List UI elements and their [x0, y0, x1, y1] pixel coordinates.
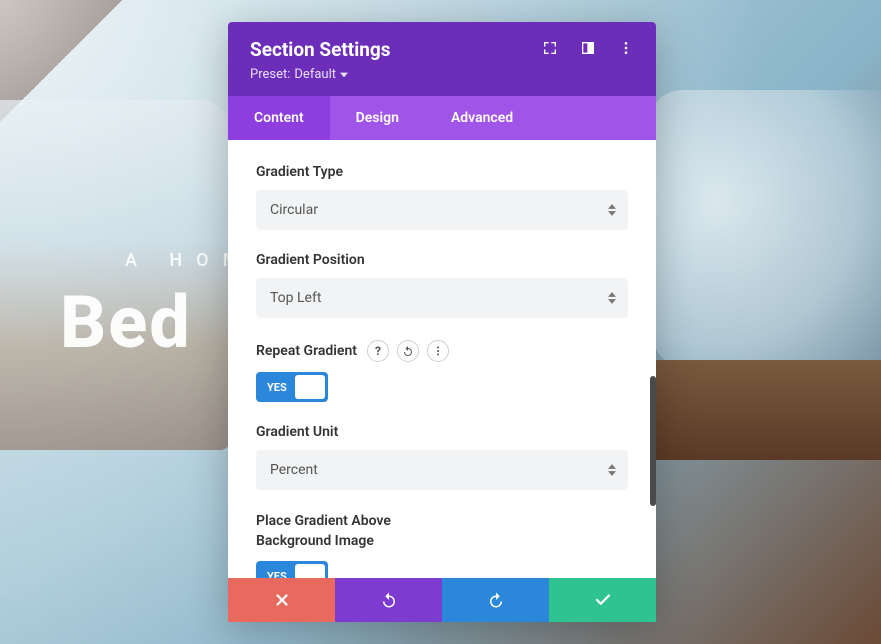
- modal-header-icons: [542, 40, 634, 60]
- select-arrows-icon: [608, 292, 616, 305]
- snap-icon[interactable]: [580, 40, 596, 60]
- preset-prefix: Preset:: [250, 67, 290, 82]
- select-gradient-type[interactable]: Circular: [256, 190, 628, 230]
- kebab-menu-icon[interactable]: [618, 40, 634, 60]
- field-gradient-unit: Gradient Unit Percent: [256, 424, 628, 490]
- help-icon[interactable]: ?: [367, 340, 389, 362]
- modal-title: Section Settings: [250, 38, 391, 61]
- preset-dropdown[interactable]: Preset: Default: [250, 67, 348, 82]
- toggle-repeat-gradient[interactable]: YES: [256, 372, 328, 402]
- label-gradient-unit: Gradient Unit: [256, 424, 628, 440]
- reset-icon[interactable]: [397, 340, 419, 362]
- kebab-menu-icon[interactable]: [427, 340, 449, 362]
- label-repeat-gradient-icons: ?: [367, 340, 449, 362]
- field-place-above: Place Gradient Above Background Image YE…: [256, 512, 628, 578]
- field-repeat-gradient: Repeat Gradient ? YES: [256, 340, 628, 402]
- toggle-knob: [295, 375, 325, 399]
- select-gradient-unit[interactable]: Percent: [256, 450, 628, 490]
- label-gradient-unit-text: Gradient Unit: [256, 424, 338, 440]
- toggle-place-above[interactable]: YES: [256, 561, 328, 578]
- field-gradient-type: Gradient Type Circular: [256, 164, 628, 230]
- app-stage: A HOM Bed Section Settings Preset: Defau…: [0, 0, 881, 644]
- label-gradient-position: Gradient Position: [256, 252, 628, 268]
- tab-design[interactable]: Design: [330, 96, 425, 140]
- bg-headline: Bed: [60, 280, 192, 365]
- select-gradient-position[interactable]: Top Left: [256, 278, 628, 318]
- label-place-above-line1: Place Gradient Above: [256, 512, 628, 532]
- check-icon: [594, 591, 612, 609]
- field-gradient-position: Gradient Position Top Left: [256, 252, 628, 318]
- modal-footer: [228, 578, 656, 622]
- label-place-above: Place Gradient Above Background Image: [256, 512, 628, 551]
- select-arrows-icon: [608, 464, 616, 477]
- modal-title-row: Section Settings: [250, 38, 634, 61]
- tab-advanced[interactable]: Advanced: [425, 96, 539, 140]
- select-gradient-unit-value: Percent: [270, 462, 318, 478]
- modal-tabs: Content Design Advanced: [228, 96, 656, 140]
- modal-header: Section Settings Preset: Default: [228, 22, 656, 96]
- label-gradient-position-text: Gradient Position: [256, 252, 365, 268]
- label-repeat-gradient: Repeat Gradient ?: [256, 340, 628, 362]
- redo-icon: [487, 591, 505, 609]
- toggle-repeat-gradient-label: YES: [259, 381, 295, 394]
- label-gradient-type-text: Gradient Type: [256, 164, 343, 180]
- toggle-place-above-label: YES: [259, 570, 295, 578]
- cancel-button[interactable]: [228, 578, 335, 622]
- select-gradient-type-value: Circular: [270, 202, 318, 218]
- undo-button[interactable]: [335, 578, 442, 622]
- scrollbar-thumb[interactable]: [650, 376, 656, 506]
- settings-modal: Section Settings Preset: Default Content…: [228, 22, 656, 622]
- select-gradient-position-value: Top Left: [270, 290, 321, 306]
- label-repeat-gradient-text: Repeat Gradient: [256, 343, 357, 359]
- undo-icon: [380, 591, 398, 609]
- close-icon: [273, 591, 291, 609]
- label-place-above-line2: Background Image: [256, 532, 628, 552]
- preset-value: Default: [294, 67, 336, 82]
- expand-icon[interactable]: [542, 40, 558, 60]
- save-button[interactable]: [549, 578, 656, 622]
- select-arrows-icon: [608, 204, 616, 217]
- toggle-knob: [295, 564, 325, 578]
- caret-down-icon: [340, 71, 348, 79]
- redo-button[interactable]: [442, 578, 549, 622]
- tab-content[interactable]: Content: [228, 96, 330, 140]
- label-gradient-type: Gradient Type: [256, 164, 628, 180]
- modal-body: Gradient Type Circular Gradient Position…: [228, 140, 656, 578]
